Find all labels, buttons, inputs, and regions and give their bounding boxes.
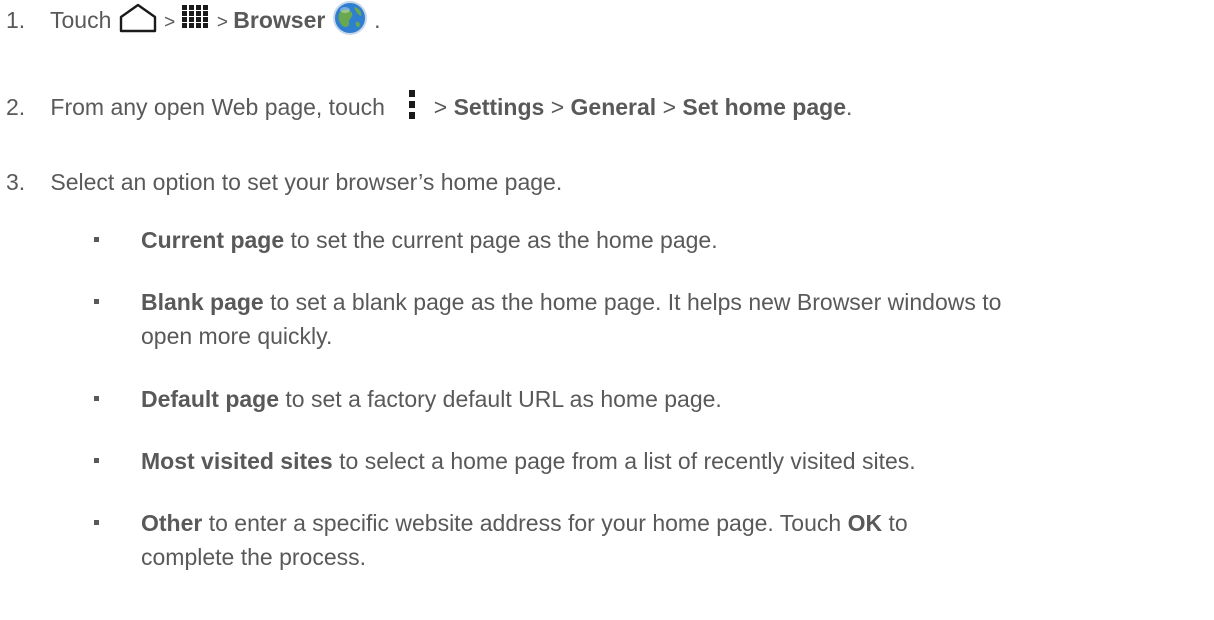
home-icon <box>118 3 158 33</box>
option-title: Current page <box>141 227 285 253</box>
separator: > <box>216 12 234 33</box>
option-description: to set a factory default URL as home pag… <box>279 386 722 412</box>
step-2: 2. From any open Web page, touch > Setti… <box>0 89 853 125</box>
step-3: 3. Select an option to set your browser’… <box>0 165 562 199</box>
option-description: to select a home page from a list of rec… <box>332 448 916 474</box>
bullet-icon <box>94 237 99 242</box>
option-description: to set a blank page as the home page. It… <box>263 289 1002 315</box>
settings-label: Settings <box>453 94 545 120</box>
set-home-page-label: Set home page <box>682 94 846 120</box>
option-description-cont: complete the process. <box>141 544 367 570</box>
browser-label: Browser <box>233 7 326 33</box>
option-title: Blank page <box>141 289 264 315</box>
step-number: 3. <box>6 169 26 195</box>
browser-globe-icon <box>332 0 368 36</box>
step-text: Touch <box>49 7 118 33</box>
general-label: General <box>570 94 657 120</box>
step-number: 2. <box>6 94 26 120</box>
list-item: Current page to set the current page as … <box>94 223 1194 257</box>
menu-vertical-icon <box>397 89 427 121</box>
step-end: . <box>374 7 381 33</box>
option-description: to set the current page as the home page… <box>284 227 718 253</box>
separator: > <box>662 94 683 120</box>
bullet-icon <box>94 299 99 304</box>
step-1: 1. Touch > > Browser . <box>0 0 381 40</box>
option-title: Default page <box>141 386 280 412</box>
option-description-cont: open more quickly. <box>141 323 333 349</box>
step-number: 1. <box>6 7 26 33</box>
bullet-icon <box>94 458 99 463</box>
option-description: to <box>882 510 908 536</box>
separator: > <box>433 94 454 120</box>
instructions-page: 1. Touch > > Browser . 2. From any open … <box>0 0 1214 620</box>
separator: > <box>550 94 571 120</box>
option-title: Other <box>141 510 203 536</box>
list-item: Default page to set a factory default UR… <box>94 382 1194 416</box>
apps-grid-icon <box>181 4 211 30</box>
step-end: . <box>846 94 853 120</box>
bullet-icon <box>94 396 99 401</box>
step-text: Select an option to set your browser’s h… <box>50 169 563 195</box>
list-item: Blank page to set a blank page as the ho… <box>94 285 1194 353</box>
list-item: Most visited sites to select a home page… <box>94 444 1194 478</box>
option-description: to enter a specific website address for … <box>202 510 848 536</box>
option-title: Most visited sites <box>141 448 333 474</box>
separator: > <box>164 12 181 33</box>
list-item: Other to enter a specific website addres… <box>94 506 1194 574</box>
bullet-icon <box>94 520 99 525</box>
ok-label: OK <box>847 510 883 536</box>
step-text: From any open Web page, touch <box>50 94 392 120</box>
